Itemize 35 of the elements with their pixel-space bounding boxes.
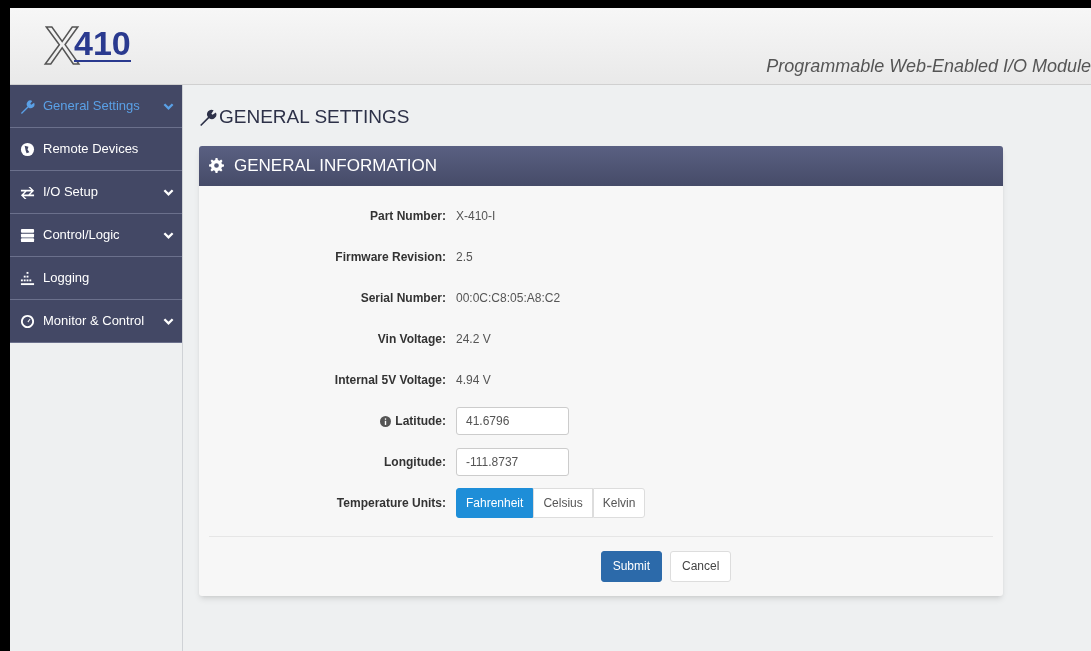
page-title: GENERAL SETTINGS <box>219 105 410 129</box>
segment-button[interactable]: Fahrenheit <box>456 488 534 518</box>
field-label: Part Number: <box>370 208 446 225</box>
field-value: 00:0C:C8:05:A8:C2 <box>456 290 561 307</box>
gear-icon <box>209 158 224 173</box>
field-label: Vin Voltage: <box>377 331 446 348</box>
wrench-icon <box>199 108 217 127</box>
segment-button[interactable]: Celsius <box>533 488 593 518</box>
sidebar-item[interactable]: I/O Setup <box>10 171 182 214</box>
sidebar-item[interactable]: Monitor & Control <box>10 300 182 343</box>
sidebar-item[interactable]: Remote Devices <box>10 128 182 171</box>
arrows-icon <box>20 184 35 200</box>
field-label: Temperature Units: <box>336 495 446 512</box>
sidebar-item[interactable]: Control/Logic <box>10 214 182 257</box>
gauge-icon <box>20 313 35 329</box>
panel-title: GENERAL INFORMATION <box>234 154 438 177</box>
field-label: Serial Number: <box>360 290 446 307</box>
server-icon <box>20 227 35 243</box>
field-label: Firmware Revision: <box>335 249 446 266</box>
field-value: 24.2 V <box>456 331 491 348</box>
input-field[interactable]: -111.8737 <box>456 448 569 476</box>
wrench-icon <box>20 98 35 114</box>
field-label: Internal 5V Voltage: <box>334 372 446 389</box>
field-value: 4.94 V <box>456 372 491 389</box>
field-label: Longitude: <box>384 454 446 471</box>
bar-chart-icon <box>20 270 35 286</box>
field-value: 2.5 <box>456 249 473 266</box>
cancel-button[interactable]: Cancel <box>670 550 732 582</box>
field-label: Latitude: <box>395 413 446 430</box>
submit-button[interactable]: Submit <box>600 550 662 582</box>
input-field[interactable]: 41.6796 <box>456 407 569 435</box>
tagline: Programmable Web-Enabled I/O Module <box>766 55 1091 78</box>
segment-button[interactable]: Kelvin <box>592 488 646 518</box>
sidebar-item[interactable]: Logging <box>10 257 182 300</box>
field-value: X-410-I <box>456 208 496 225</box>
